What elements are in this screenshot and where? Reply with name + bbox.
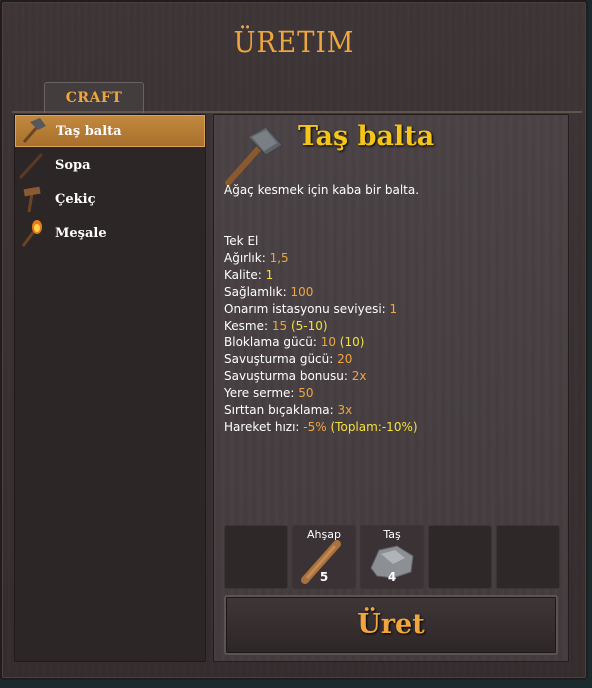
recipe-label: Çekiç (55, 191, 96, 207)
stat-row: Yere serme: 50 (224, 385, 418, 402)
stat-label: Ağırlık: (224, 250, 270, 265)
recipe-list: Taş balta Sopa Çekiç Meşale (14, 114, 206, 662)
hammer-icon (15, 184, 55, 214)
requirement-slot-empty (428, 525, 492, 589)
stat-value: 50 (298, 386, 314, 401)
stat-handed: Tek El (224, 234, 259, 248)
item-description: Ağaç kesmek için kaba bir balta. (224, 183, 420, 197)
stat-label: Yere serme: (224, 386, 299, 401)
stat-extra: (5-10) (290, 318, 328, 333)
requirement-slot-wood[interactable]: Ahşap 5 (292, 525, 356, 589)
stat-value: 20 (337, 352, 353, 367)
stat-row: Savuşturma gücü: 20 (224, 351, 418, 368)
torch-icon (15, 218, 55, 248)
recipe-label: Taş balta (56, 123, 122, 139)
recipe-item-club[interactable]: Sopa (15, 149, 205, 181)
item-name: Taş balta (298, 121, 435, 152)
stat-value: 100 (290, 284, 314, 299)
item-stats: Tek El Ağırlık: 1,5 Kalite: 1 Sağlamlık:… (224, 233, 418, 436)
stat-row: Kesme: 15 (5-10) (224, 318, 418, 335)
stat-value: 1 (389, 301, 398, 316)
stat-label: Bloklama gücü: (224, 335, 321, 350)
club-icon (15, 150, 55, 180)
stat-extra: (10) (339, 335, 365, 350)
stat-value: 10 (320, 335, 336, 350)
recipe-item-torch[interactable]: Meşale (15, 217, 205, 249)
stat-label: Sağlamlık: (224, 284, 291, 299)
requirement-slot-empty (496, 525, 560, 589)
stat-label: Sırttan bıçaklama: (224, 403, 338, 418)
stat-row: Sırttan bıçaklama: 3x (224, 402, 418, 419)
craft-button[interactable]: Üret (224, 595, 558, 655)
stat-value: -5% (303, 419, 327, 434)
stat-row: Kalite: 1 (224, 267, 418, 284)
requirement-slot-empty (224, 525, 288, 589)
requirement-count: 4 (387, 570, 397, 584)
stat-label: Savuşturma gücü: (224, 352, 338, 367)
requirement-count: 5 (319, 570, 329, 584)
tab-craft[interactable]: CRAFT (44, 82, 144, 113)
stat-value: 2x (351, 369, 367, 384)
recipe-label: Sopa (55, 157, 91, 173)
stat-label: Onarım istasyonu seviyesi: (224, 301, 390, 316)
stat-label: Hareket hızı: (224, 419, 304, 434)
stat-value: 3x (337, 403, 353, 418)
recipe-item-hammer[interactable]: Çekiç (15, 183, 205, 215)
stat-label: Kalite: (224, 267, 266, 282)
stat-value: 1 (265, 267, 274, 282)
stat-row: Onarım istasyonu seviyesi: 1 (224, 301, 418, 318)
requirement-slot-stone[interactable]: Taş 4 (360, 525, 424, 589)
divider (12, 111, 582, 113)
recipe-item-stone-axe[interactable]: Taş balta (15, 115, 205, 147)
stat-value: 1,5 (269, 250, 289, 265)
stat-row: Sağlamlık: 100 (224, 284, 418, 301)
crafting-window: ÜRETIM CRAFT Taş balta Sopa Çekiç Meşale (0, 0, 588, 680)
window-title: ÜRETIM (233, 26, 355, 60)
craft-button-label: Üret (357, 609, 425, 640)
recipe-label: Meşale (55, 225, 107, 241)
recipe-detail-panel: Taş balta Ağaç kesmek için kaba bir balt… (213, 114, 569, 662)
stone-axe-icon (16, 116, 56, 146)
stat-value: 15 (271, 318, 288, 333)
stat-row: Savuşturma bonusu: 2x (224, 368, 418, 385)
requirement-slots: Ahşap 5 Taş 4 (224, 525, 560, 589)
stat-row: Bloklama gücü: 10 (10) (224, 334, 418, 351)
stat-label: Savuşturma bonusu: (224, 369, 352, 384)
stat-label: Kesme: (224, 318, 272, 333)
stat-extra: (Toplam:-10%) (330, 419, 418, 434)
stat-row: Ağırlık: 1,5 (224, 250, 418, 267)
stat-row: Hareket hızı: -5% (Toplam:-10%) (224, 419, 418, 436)
